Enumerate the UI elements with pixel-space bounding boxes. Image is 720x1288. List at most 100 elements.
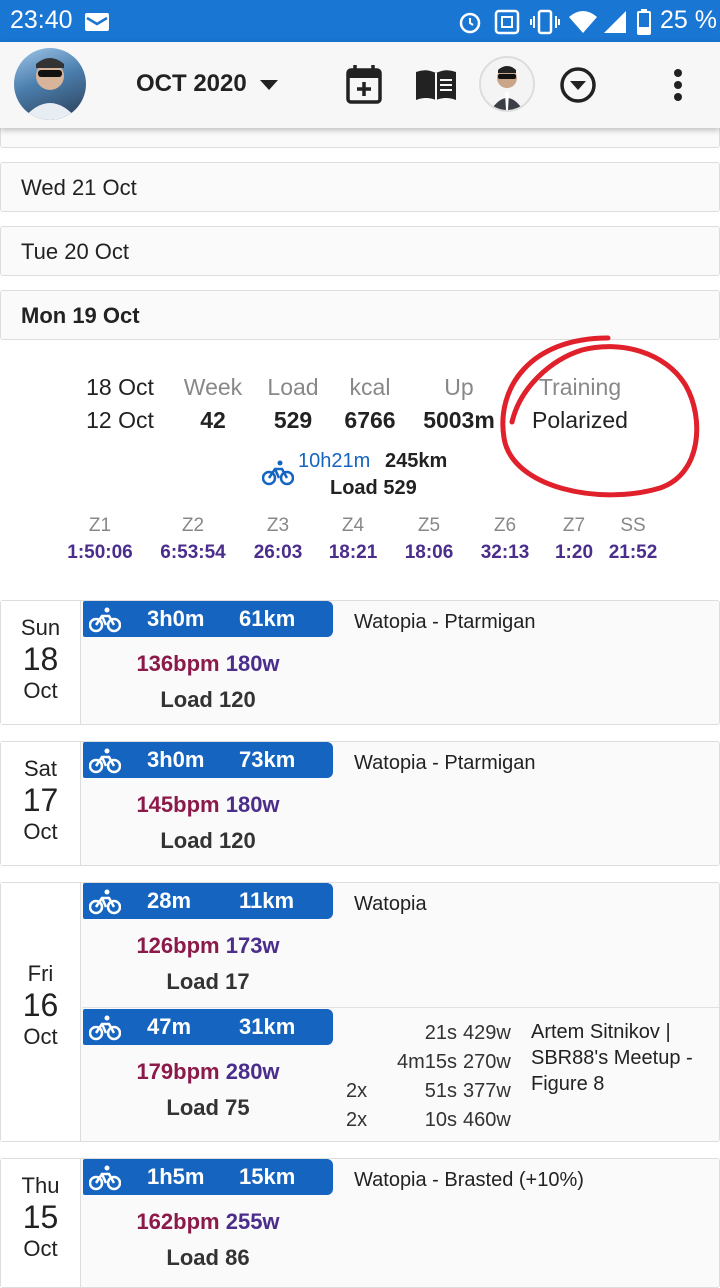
activity-load: Load 86 xyxy=(166,1245,250,1270)
load-value: 529 xyxy=(273,407,313,433)
interval-power: 429w xyxy=(463,1022,511,1044)
interval-duration: 51s xyxy=(424,1080,457,1102)
month-selector[interactable]: OCT 2020 xyxy=(136,70,247,98)
workout-name[interactable]: Watopia xyxy=(354,893,427,916)
summary-week: Week 42 xyxy=(178,374,248,434)
day-card-thu[interactable]: Thu 15 Oct 1h5m 15km 162bpm 255w Load 86… xyxy=(0,1158,720,1288)
power: 280w xyxy=(225,1059,280,1084)
day-card-sat[interactable]: Sat 17 Oct 3h0m 73km 145bpm 180w Load 12… xyxy=(0,741,720,866)
signal-icon xyxy=(604,11,626,33)
power: 173w xyxy=(225,933,280,958)
bike-icon xyxy=(89,748,121,774)
battery-icon xyxy=(637,9,651,35)
workout-name-line: Figure 8 xyxy=(531,1073,605,1095)
athlete-avatar[interactable] xyxy=(479,56,535,112)
kcal-value: 6766 xyxy=(344,407,396,433)
day-card-sun[interactable]: Sun 18 Oct 3h0m 61km 136bpm 180w Load 12… xyxy=(0,600,720,725)
day-number: 15 xyxy=(22,1199,59,1235)
activity-load: Load 120 xyxy=(160,687,256,712)
calendar-add-icon[interactable] xyxy=(346,64,382,104)
range-end: 18 Oct xyxy=(86,374,154,400)
range-start: 12 Oct xyxy=(86,407,154,433)
interval-duration: 4m15s xyxy=(396,1051,457,1073)
nfc-icon xyxy=(494,9,520,35)
day-of-week: Sat xyxy=(23,756,58,781)
day-number: 18 xyxy=(22,641,59,677)
zone-label: Z2 xyxy=(181,515,205,536)
power: 180w xyxy=(225,792,280,817)
battery-percent: 25 % xyxy=(660,6,717,34)
activity-bar[interactable]: 28m 11km xyxy=(83,883,333,919)
hr-power: 179bpm 280w xyxy=(83,1059,333,1085)
interval-power: 270w xyxy=(463,1051,511,1073)
interval-rep: 2x xyxy=(346,1109,368,1131)
heart-rate: 145bpm xyxy=(136,792,220,817)
activity-duration: 3h0m xyxy=(147,606,205,631)
heart-rate: 126bpm xyxy=(136,933,220,958)
bike-icon xyxy=(89,1165,121,1191)
ride-dist: 245km xyxy=(385,450,448,472)
mail-notification-icon xyxy=(85,13,109,31)
heart-rate: 179bpm xyxy=(136,1059,220,1084)
power: 180w xyxy=(225,651,280,676)
workout-name-line: Artem Sitnikov | xyxy=(531,1021,671,1043)
day-month: Oct xyxy=(23,1236,58,1261)
dropdown-circle-icon[interactable] xyxy=(559,66,597,104)
day-header-label: Mon 19 Oct xyxy=(21,303,140,328)
status-time: 23:40 xyxy=(10,6,73,34)
app-bar: OCT 2020 xyxy=(0,42,720,128)
more-vert-icon[interactable] xyxy=(672,68,684,102)
day-of-week: Sun xyxy=(20,615,61,640)
zone-time: 1:50:06 xyxy=(67,542,133,563)
activity-distance: 31km xyxy=(239,1014,296,1039)
zone-time: 6:53:54 xyxy=(160,542,226,563)
week-value: 42 xyxy=(200,407,226,433)
zone-label: Z5 xyxy=(417,515,441,536)
activity-bar[interactable]: 3h0m 73km xyxy=(83,742,333,778)
bike-icon xyxy=(89,607,121,633)
day-header-label: Wed 21 Oct xyxy=(21,175,137,200)
day-number: 16 xyxy=(22,987,59,1023)
workout-name[interactable]: Artem Sitnikov | SBR88's Meetup - Figure… xyxy=(531,1019,716,1097)
day-header-wed[interactable]: Wed 21 Oct xyxy=(0,162,720,212)
day-date: Sun 18 Oct xyxy=(1,601,81,724)
power: 255w xyxy=(225,1209,280,1234)
zone-label: Z7 xyxy=(562,515,586,536)
summary-load: Load 529 xyxy=(258,374,328,434)
workout-name-line: SBR88's Meetup - xyxy=(531,1047,693,1069)
workout-name[interactable]: Watopia - Ptarmigan xyxy=(354,752,536,775)
alarm-icon xyxy=(459,12,481,34)
interval-power: 377w xyxy=(463,1080,511,1102)
load-heading: Load xyxy=(267,374,319,400)
day-date: Thu 15 Oct xyxy=(1,1159,81,1287)
day-card-fri[interactable]: Fri 16 Oct 28m 11km 126bpm 173w Load 17 … xyxy=(0,882,720,1142)
book-icon[interactable] xyxy=(414,68,458,102)
activity-bar[interactable]: 3h0m 61km xyxy=(83,601,333,637)
day-header-tue[interactable]: Tue 20 Oct xyxy=(0,226,720,276)
vibrate-icon xyxy=(530,9,560,35)
zone-label: SS xyxy=(620,515,646,536)
activity-duration: 47m xyxy=(147,1014,192,1039)
chevron-down-icon[interactable] xyxy=(260,80,278,90)
activity-load: Load 120 xyxy=(160,828,256,853)
workout-name[interactable]: Watopia - Brasted (+10%) xyxy=(354,1169,584,1192)
bike-icon xyxy=(89,889,121,915)
red-circle-annotation xyxy=(500,335,700,498)
day-of-week: Thu xyxy=(21,1173,60,1198)
hr-power: 136bpm 180w xyxy=(83,651,333,677)
day-of-week: Fri xyxy=(27,961,54,986)
day-date: Fri 16 Oct xyxy=(1,883,81,1141)
bike-icon xyxy=(262,460,294,486)
bike-icon xyxy=(89,1015,121,1041)
workout-name[interactable]: Watopia - Ptarmigan xyxy=(354,611,536,634)
interval-rep: 2x xyxy=(346,1080,368,1102)
activity-duration: 3h0m xyxy=(147,747,205,772)
activity-bar[interactable]: 47m 31km xyxy=(83,1009,333,1045)
heart-rate: 162bpm xyxy=(136,1209,220,1234)
ride-time: 10h21m xyxy=(298,450,371,472)
user-avatar[interactable] xyxy=(14,48,86,120)
week-range: 18 Oct 12 Oct xyxy=(70,374,170,434)
summary-kcal: kcal 6766 xyxy=(330,374,410,434)
activity-bar[interactable]: 1h5m 15km xyxy=(83,1159,333,1195)
zone-label: Z1 xyxy=(88,515,112,536)
